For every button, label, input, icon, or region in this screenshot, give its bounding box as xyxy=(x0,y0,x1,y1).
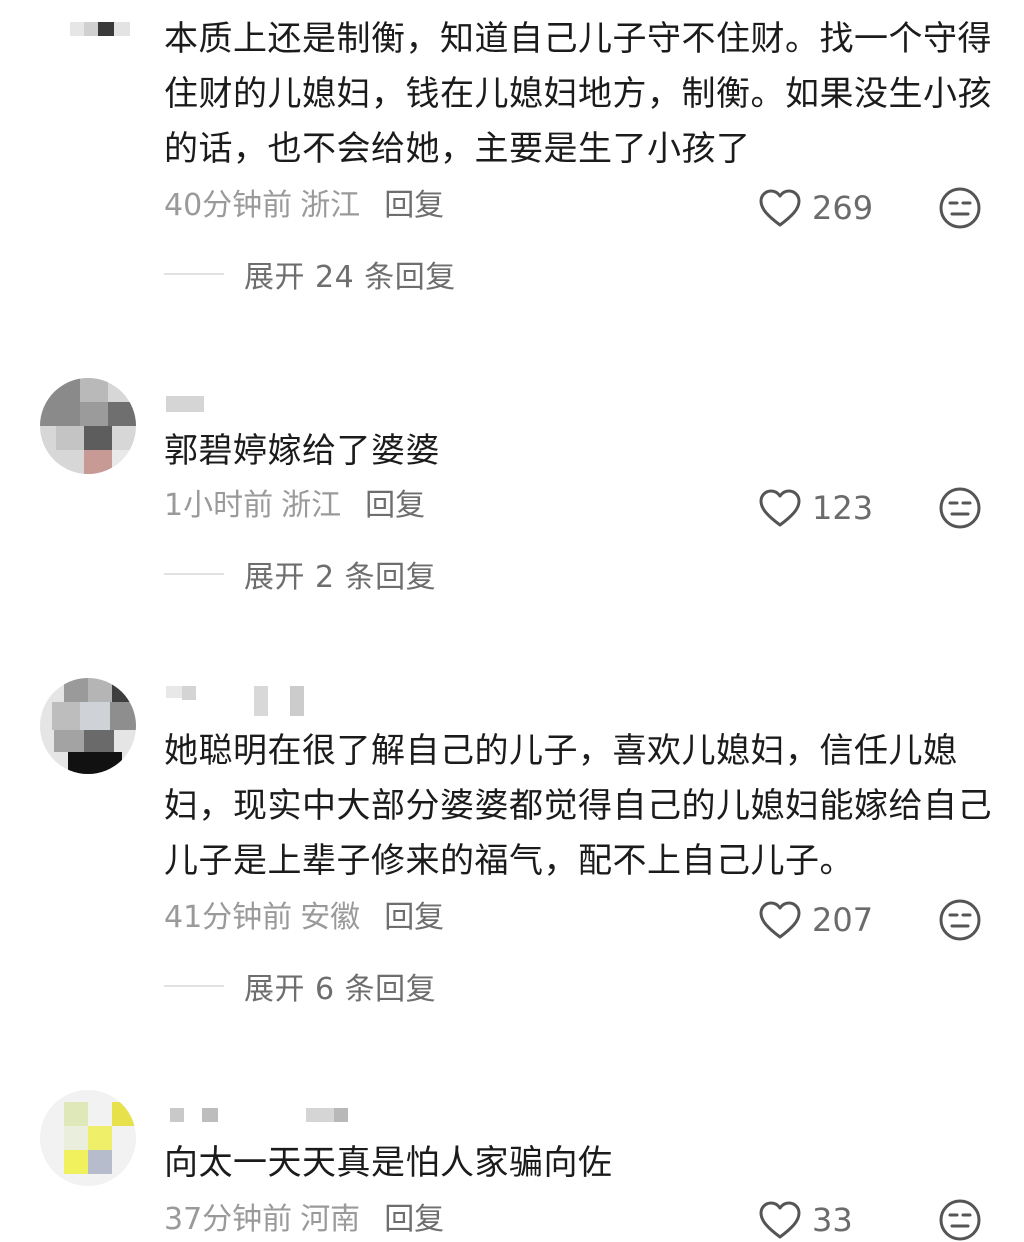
expand-replies-label: 展开 2 条回复 xyxy=(244,560,437,595)
avatar[interactable] xyxy=(40,678,136,774)
comment-meta: 37分钟前 河南 回复 xyxy=(164,1200,444,1240)
expand-replies-button[interactable]: 展开 2 条回复 xyxy=(164,554,437,595)
like-count: 123 xyxy=(812,489,874,527)
divider-line xyxy=(164,573,224,575)
like-button[interactable]: 207 xyxy=(758,898,873,942)
like-count: 269 xyxy=(812,189,874,227)
comment-text: 向太一天天真是怕人家骗向佐 xyxy=(164,1143,613,1183)
expressionless-face-icon[interactable] xyxy=(938,486,982,530)
like-count: 33 xyxy=(812,1201,853,1239)
comment-meta: 1小时前 浙江 回复 xyxy=(164,486,425,526)
like-button[interactable]: 33 xyxy=(758,1198,853,1242)
expressionless-face-icon[interactable] xyxy=(938,898,982,942)
comment-time: 40分钟前 xyxy=(164,188,293,223)
like-button[interactable]: 123 xyxy=(758,486,873,530)
comment-location: 浙江 xyxy=(281,488,342,523)
divider-line xyxy=(164,985,224,987)
comment-time: 37分钟前 xyxy=(164,1202,293,1237)
comment-text: 她聪明在很了解自己的儿子，喜欢儿媳妇，信任儿媳妇，现实中大部分婆婆都觉得自己的儿… xyxy=(164,731,992,881)
expressionless-face-icon[interactable] xyxy=(938,186,982,230)
comment-meta: 41分钟前 安徽 回复 xyxy=(164,898,444,938)
comment-location: 浙江 xyxy=(300,188,361,223)
heart-outline-icon xyxy=(759,189,801,227)
expand-replies-button[interactable]: 展开 24 条回复 xyxy=(164,254,456,295)
comment-time: 41分钟前 xyxy=(164,900,293,935)
heart-outline-icon xyxy=(759,901,801,939)
heart-outline-icon xyxy=(759,489,801,527)
expand-replies-label: 展开 24 条回复 xyxy=(244,260,456,295)
comment-meta: 40分钟前 浙江 回复 xyxy=(164,186,444,226)
reply-button[interactable]: 回复 xyxy=(384,900,444,935)
comment-text: 郭碧婷嫁给了婆婆 xyxy=(164,431,440,471)
avatar[interactable] xyxy=(40,1090,136,1186)
divider-line xyxy=(164,273,224,275)
avatar[interactable] xyxy=(40,378,136,474)
reply-button[interactable]: 回复 xyxy=(384,188,444,223)
like-button[interactable]: 269 xyxy=(758,186,873,230)
expressionless-face-icon[interactable] xyxy=(938,1198,982,1242)
comment-text: 本质上还是制衡，知道自己儿子守不住财。找一个守得住财的儿媳妇，钱在儿媳妇地方，制… xyxy=(164,19,992,169)
reply-button[interactable]: 回复 xyxy=(384,1202,444,1237)
like-count: 207 xyxy=(812,901,874,939)
comment-location: 安徽 xyxy=(300,900,361,935)
expand-replies-label: 展开 6 条回复 xyxy=(244,972,437,1007)
comment-location: 河南 xyxy=(300,1202,361,1237)
heart-outline-icon xyxy=(759,1201,801,1239)
reply-button[interactable]: 回复 xyxy=(365,488,425,523)
expand-replies-button[interactable]: 展开 6 条回复 xyxy=(164,966,437,1007)
comment-time: 1小时前 xyxy=(164,488,274,523)
